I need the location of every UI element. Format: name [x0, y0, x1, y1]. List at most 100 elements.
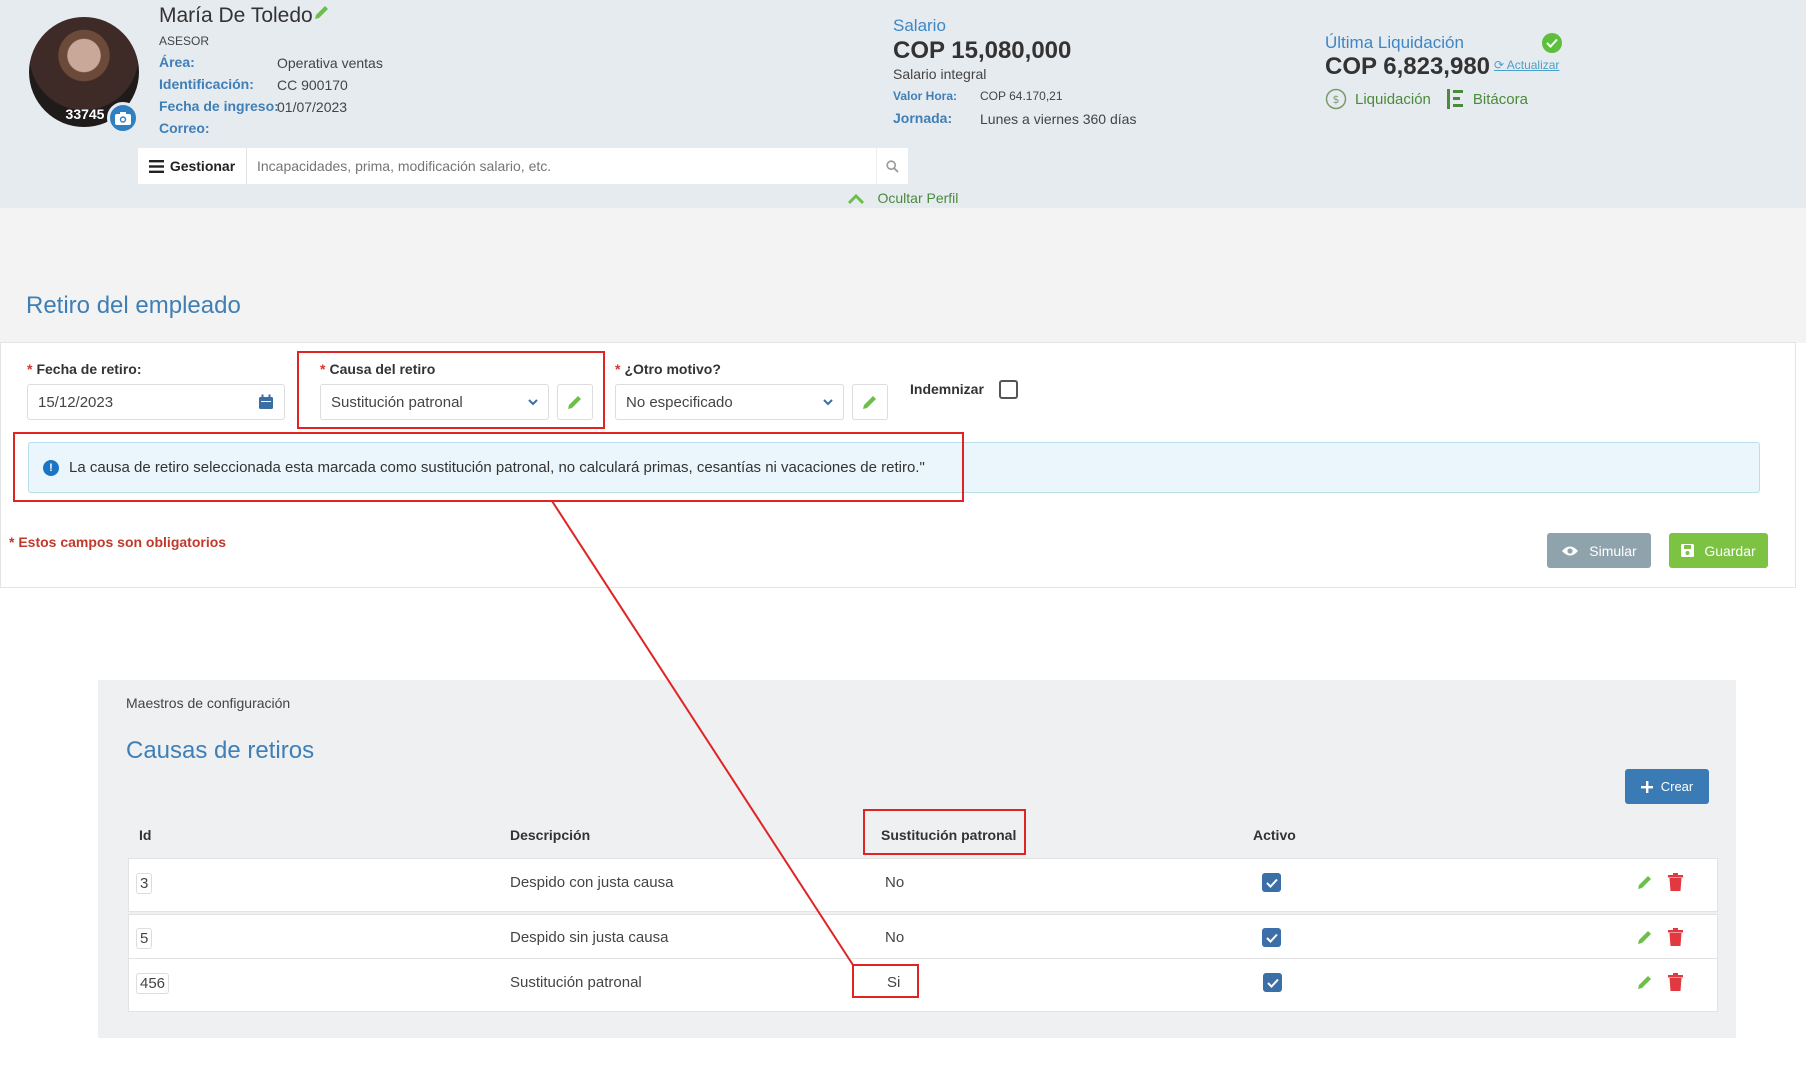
simular-button[interactable]: Simular: [1547, 533, 1651, 568]
info-icon: !: [43, 459, 59, 476]
area-label: Área:: [159, 54, 195, 70]
search-button[interactable]: [876, 148, 908, 184]
otro-motivo-value: No especificado: [626, 393, 733, 411]
camera-icon: [115, 112, 131, 125]
row-descripcion: Despido con justa causa: [510, 874, 674, 891]
row-id: 456: [136, 973, 170, 994]
row-id: 5: [136, 928, 153, 949]
simular-label: Simular: [1589, 542, 1637, 559]
check-icon: [1266, 978, 1279, 988]
delete-row-button[interactable]: [1668, 973, 1683, 996]
edit-otro-motivo-button[interactable]: [852, 384, 888, 420]
guardar-label: Guardar: [1704, 542, 1756, 559]
delete-row-button[interactable]: [1668, 873, 1683, 896]
otro-motivo-select[interactable]: No especificado: [615, 384, 844, 420]
page-title: Retiro del empleado: [26, 292, 241, 319]
update-liquidation-label: Actualizar: [1506, 58, 1560, 72]
last-liquidation-label: Última Liquidación: [1325, 33, 1464, 52]
last-liquidation-value: COP 6,823,980: [1325, 53, 1491, 80]
breadcrumb: Maestros de configuración: [126, 695, 291, 711]
bitacora-label: Bitácora: [1472, 90, 1528, 108]
hide-profile-toggle[interactable]: Ocultar Perfil: [0, 190, 1806, 206]
check-circle-icon: [1542, 33, 1562, 53]
row-descripcion: Despido sin justa causa: [510, 929, 669, 946]
eye-icon: [1562, 546, 1579, 555]
liquidacion-label: Liquidación: [1355, 90, 1431, 108]
column-header-id[interactable]: Id: [139, 827, 151, 843]
trash-icon: [1668, 873, 1683, 891]
column-header-activo[interactable]: Activo: [1253, 827, 1296, 843]
shift-value: Lunes a viernes 360 días: [980, 111, 1137, 127]
row-sustitucion: No: [885, 874, 905, 891]
identification-value: CC 900170: [277, 77, 348, 93]
trash-icon: [1668, 973, 1683, 991]
timeline-icon: [1446, 89, 1463, 109]
update-liquidation-link[interactable]: ⟳ Actualizar: [1494, 58, 1559, 72]
row-activo-checkbox[interactable]: [1262, 928, 1281, 947]
salary-type: Salario integral: [893, 66, 987, 82]
email-label: Correo:: [159, 120, 210, 136]
causas-title: Causas de retiros: [126, 737, 315, 764]
crear-button[interactable]: Crear: [1625, 769, 1709, 804]
pencil-icon: [863, 396, 876, 409]
refresh-icon: ⟳: [1494, 58, 1505, 72]
svg-text:$: $: [1333, 93, 1340, 106]
plus-icon: [1640, 780, 1653, 793]
causa-retiro-select[interactable]: Sustitución patronal: [320, 384, 549, 420]
gestionar-search-input[interactable]: [247, 148, 876, 184]
bitacora-link[interactable]: Bitácora: [1445, 88, 1528, 110]
table-row: [128, 914, 1718, 959]
calendar-icon[interactable]: [258, 394, 274, 410]
fecha-retiro-input[interactable]: 15/12/2023: [27, 384, 285, 420]
fecha-retiro-value: 15/12/2023: [38, 393, 114, 411]
table-row: [128, 858, 1718, 912]
gestionar-button[interactable]: Gestionar: [138, 148, 247, 184]
check-icon: [1265, 933, 1278, 943]
liquidation-links: $ Liquidación Bitácora: [1325, 88, 1528, 110]
edit-name-button[interactable]: [313, 3, 331, 26]
causa-retiro-value: Sustitución patronal: [331, 393, 463, 411]
hire-date-value: 01/07/2023: [277, 99, 348, 115]
otro-motivo-label: * ¿Otro motivo?: [615, 361, 721, 377]
row-descripcion: Sustitución patronal: [510, 974, 642, 991]
row-sustitucion: No: [885, 929, 905, 946]
pencil-icon: [568, 396, 581, 409]
search-icon: [886, 159, 899, 173]
save-icon: [1681, 544, 1695, 557]
required-fields-note: * Estos campos son obligatorios: [9, 534, 227, 550]
edit-row-button[interactable]: [1636, 873, 1654, 896]
row-activo-checkbox[interactable]: [1263, 973, 1282, 992]
row-sustitucion: Si: [887, 974, 901, 991]
pencil-icon: [1638, 976, 1651, 989]
identification-label: Identificación:: [159, 76, 254, 92]
column-header-descripcion[interactable]: Descripción: [510, 827, 590, 843]
check-icon: [1265, 878, 1278, 888]
delete-row-button[interactable]: [1668, 928, 1683, 951]
area-value: Operativa ventas: [277, 55, 383, 71]
hire-date-label: Fecha de ingreso:: [159, 98, 279, 114]
liquidacion-link[interactable]: $ Liquidación: [1325, 88, 1431, 110]
chevron-up-icon: [847, 194, 864, 205]
edit-causa-button[interactable]: [557, 384, 593, 420]
pencil-icon: [1638, 931, 1651, 944]
guardar-button[interactable]: Guardar: [1669, 533, 1768, 568]
salary-label: Salario: [893, 16, 946, 35]
menu-icon: [148, 159, 164, 173]
edit-row-button[interactable]: [1636, 928, 1654, 951]
edit-row-button[interactable]: [1636, 973, 1654, 996]
hour-value: COP 64.170,21: [980, 89, 1063, 103]
money-icon: $: [1325, 88, 1347, 110]
employee-role: ASESOR: [159, 34, 210, 48]
column-header-sustitucion[interactable]: Sustitución patronal: [881, 827, 1016, 843]
change-photo-button[interactable]: [107, 102, 139, 134]
indemnizar-checkbox[interactable]: [999, 380, 1018, 399]
gestionar-bar: Gestionar: [138, 148, 908, 184]
row-id: 3: [136, 873, 153, 894]
pencil-icon: [1638, 876, 1651, 889]
table-row: [128, 958, 1718, 1012]
alert-text: La causa de retiro seleccionada esta mar…: [69, 459, 925, 476]
shift-label: Jornada:: [893, 110, 953, 126]
employee-name: María De Toledo: [159, 4, 313, 27]
row-activo-checkbox[interactable]: [1262, 873, 1281, 892]
trash-icon: [1668, 928, 1683, 946]
